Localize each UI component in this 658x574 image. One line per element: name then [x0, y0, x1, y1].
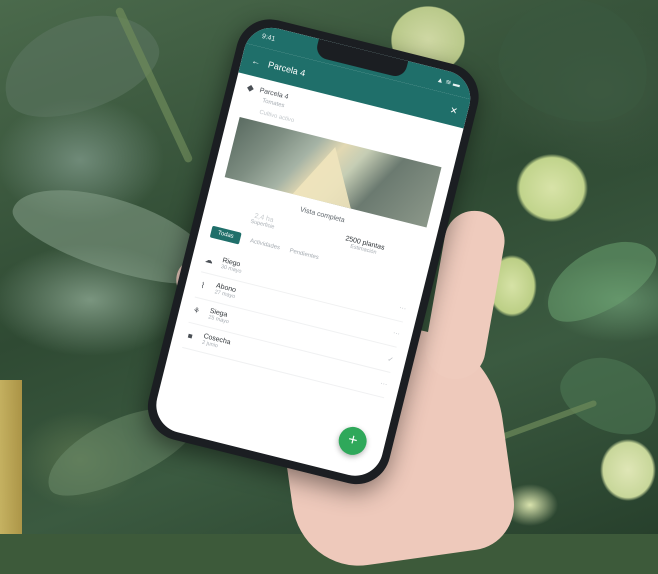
- stat-estimate: 2500 plantas Estimación: [343, 235, 386, 257]
- more-icon[interactable]: ···: [398, 304, 406, 312]
- more-icon[interactable]: ···: [380, 380, 388, 388]
- tab-all[interactable]: Todas: [209, 225, 242, 245]
- field-shape: [292, 139, 365, 209]
- check-icon[interactable]: ✓: [387, 355, 395, 364]
- stat-area: 2,4 ha Superficie: [250, 212, 277, 231]
- spray-icon: ⌇: [199, 280, 206, 291]
- add-button[interactable]: +: [335, 423, 370, 458]
- leaf: [549, 342, 658, 448]
- tab-pending[interactable]: Pendientes: [289, 248, 320, 261]
- yellow-strip: [0, 380, 22, 534]
- status-time: 9:41: [261, 32, 277, 43]
- parcel-icon: ◆: [245, 82, 256, 94]
- close-icon[interactable]: ✕: [449, 104, 459, 116]
- leaf: [533, 224, 658, 336]
- sprout-icon: ⚘: [191, 305, 202, 317]
- cloud-icon: ☁: [204, 254, 215, 266]
- arrow-left-icon[interactable]: ←: [251, 55, 262, 67]
- tab-activities[interactable]: Actividades: [249, 238, 280, 251]
- more-icon[interactable]: ···: [392, 330, 400, 338]
- box-icon: ■: [186, 331, 194, 341]
- status-icons: ▲ ≋ ▬: [435, 76, 461, 90]
